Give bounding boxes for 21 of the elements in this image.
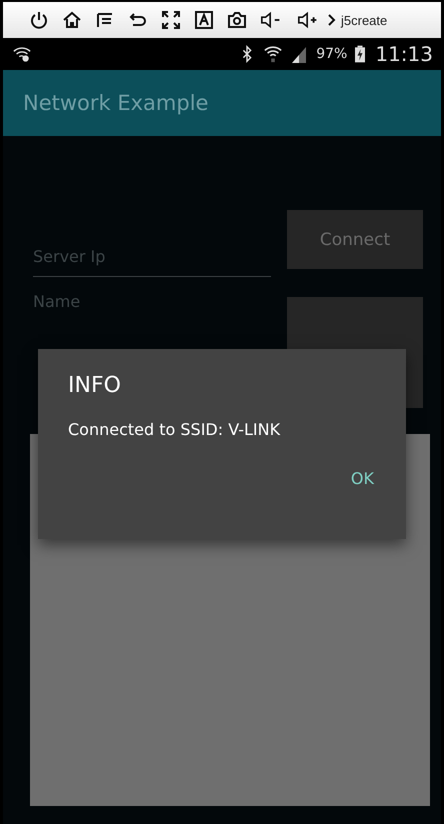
ok-button[interactable]: OK [348,465,376,492]
battery-percentage: 97% [316,46,348,62]
brand-logo: j5create [341,12,388,28]
dialog-message: Connected to SSID: V-LINK [68,420,282,439]
name-field[interactable]: Name [33,289,271,313]
wifi-icon [264,45,282,63]
text-box-icon[interactable] [194,10,214,30]
server-ip-field[interactable]: Server Ip [33,236,271,277]
menu-icon[interactable] [95,10,115,30]
camera-icon[interactable] [227,10,247,30]
chevron-right-icon[interactable] [328,14,336,26]
app-title: Network Example [23,91,208,115]
fullscreen-icon[interactable] [161,10,181,30]
battery-charging-icon [355,45,366,63]
connect-button[interactable]: Connect [287,210,423,269]
power-icon[interactable] [29,10,49,30]
dialog-title: INFO [68,373,122,398]
wifi-question-icon [13,45,31,63]
clock: 11:13 [375,42,433,66]
home-icon[interactable] [62,10,82,30]
signal-icon [290,45,308,63]
